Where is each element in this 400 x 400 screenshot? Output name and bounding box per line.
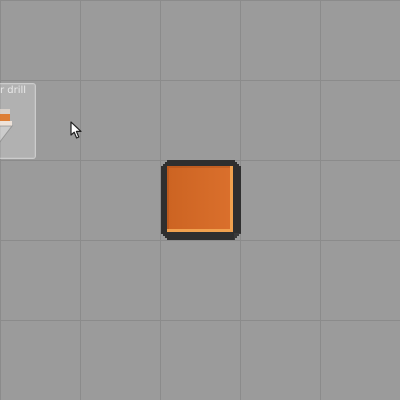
drill-block-corner-shadow: [234, 233, 241, 240]
drill-block-face: [167, 166, 233, 232]
drill-block[interactable]: [161, 160, 241, 240]
arrow-cursor-icon: [70, 121, 82, 139]
game-viewport[interactable]: r drill: [0, 0, 400, 400]
build-preview-label: r drill: [0, 85, 27, 96]
drill-icon: [0, 109, 14, 143]
